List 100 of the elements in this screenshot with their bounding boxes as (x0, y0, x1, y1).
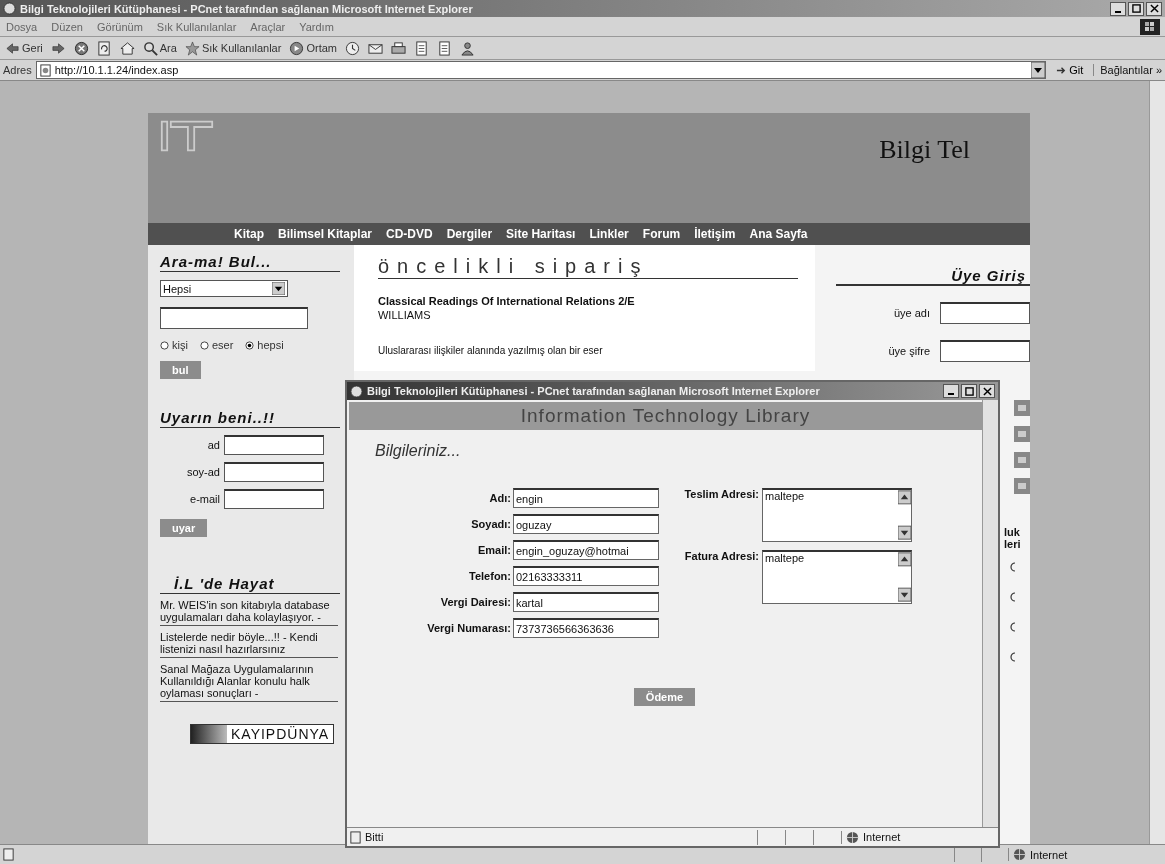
maximize-icon (964, 386, 974, 396)
stop-icon (73, 40, 89, 56)
nav-link[interactable]: Forum (642, 227, 681, 241)
news-link[interactable]: Sanal Mağaza Uygulamalarının Kullanıldığı Alanlar konulu halk oylaması sonuçları - (160, 663, 338, 702)
go-button[interactable]: Git (1050, 64, 1090, 76)
scroll-bar[interactable] (1149, 81, 1165, 844)
radio-edge-icon[interactable] (1008, 652, 1016, 662)
minimize-button[interactable] (1110, 1, 1126, 16)
globe-icon (846, 830, 859, 844)
nav-link[interactable]: Dergiler (446, 227, 493, 241)
address-url: http://10.1.1.24/index.asp (54, 64, 179, 76)
toolbar-button[interactable]: Ortam (287, 40, 339, 56)
input-field[interactable]: kartal (513, 592, 659, 612)
back-arrow-icon (5, 40, 20, 56)
status-text: Bitti (365, 831, 385, 843)
nav-link[interactable]: Kitap (234, 227, 264, 241)
book-description: Uluslararası ilişkiler alanında yazılmış olan bir eser (377, 345, 604, 356)
maximize-button[interactable] (1128, 1, 1144, 16)
section-heading: Uyarın beni..!! (160, 409, 340, 428)
person-icon (459, 40, 475, 56)
input-field[interactable] (940, 340, 1030, 362)
page-icon (2, 848, 15, 861)
radio-edge-icon[interactable] (1008, 562, 1016, 572)
nav-link[interactable]: Site Haritası (506, 227, 576, 241)
menu-item[interactable]: Sık Kullanılanlar (156, 20, 237, 33)
scroll-bar[interactable] (898, 552, 911, 602)
zone-label: Internet (863, 831, 901, 843)
dropdown-arrow-icon (272, 282, 285, 295)
close-icon (1149, 4, 1159, 13)
field-label: ad (206, 439, 220, 451)
book-author: WILLIAMS (377, 309, 432, 321)
field-label: Teslim Adresi: (683, 488, 759, 502)
scroll-bar[interactable] (982, 400, 998, 827)
nav-link[interactable]: Linkler (589, 227, 629, 241)
address-field[interactable]: http://10.1.1.24/index.asp (35, 61, 1047, 79)
text-area[interactable]: maltepe (762, 488, 912, 542)
nav-link[interactable]: İletişim (694, 227, 736, 241)
dropdown-arrow-icon[interactable] (1031, 62, 1046, 78)
close-button[interactable] (1146, 1, 1162, 16)
maximize-button[interactable] (961, 384, 977, 398)
field-label: üye adı (893, 307, 930, 319)
field-label: Telefon: (469, 570, 511, 582)
close-icon (982, 386, 992, 396)
section-heading: Ara-ma! Bul... (160, 253, 340, 272)
field-label: soy-ad (185, 466, 220, 478)
toolbar-button[interactable] (388, 40, 408, 56)
menu-item[interactable]: Araçlar (250, 20, 286, 33)
category-select[interactable]: Hepsi (160, 280, 288, 297)
document-icon (413, 40, 429, 56)
window-title: Bilgi Teknolojileri Kütüphanesi - PCnet tarafından sağlanan Microsoft Internet Explorer (20, 2, 474, 15)
maximize-icon (1131, 4, 1141, 13)
field-label: Fatura Adresi: (683, 550, 759, 564)
links-button[interactable]: Bağlantılar » (1093, 64, 1162, 76)
field-label: Soyadı: (471, 518, 511, 530)
menu-item[interactable]: Görünüm (97, 20, 143, 33)
input-field[interactable]: oguzay (513, 514, 659, 534)
banner[interactable]: KAYIPDÜNYA (190, 724, 335, 744)
menu-item[interactable]: Düzen (51, 20, 83, 33)
home-icon (119, 40, 135, 56)
news-link[interactable]: Listelerde nedir böyle...!! - Kendi listenizi nasıl hazırlarsınız (160, 631, 338, 658)
input-field[interactable]: 02163333311 (513, 566, 659, 586)
input-field[interactable]: engin (513, 488, 659, 508)
page-banner: Information Technology Library (349, 402, 982, 430)
field-label: e-mail (189, 493, 220, 505)
menu-item[interactable]: Yardım (299, 20, 334, 33)
radio-option[interactable]: kişi (160, 339, 188, 351)
minimize-icon (1115, 10, 1121, 13)
input-field[interactable] (224, 489, 324, 509)
menu-item[interactable]: Dosya (6, 20, 38, 33)
book-title[interactable]: Classical Readings Of International Relations 2/E (377, 295, 815, 307)
nav-link[interactable]: CD-DVD (386, 227, 433, 241)
close-button[interactable] (979, 384, 995, 398)
scroll-bar[interactable] (898, 490, 911, 540)
printer-icon (390, 40, 406, 56)
toolbar-button[interactable]: Geri (3, 40, 45, 56)
nav-link[interactable]: Bilimsel Kitaplar (278, 227, 373, 241)
form-heading: Bilgileriniz... (375, 442, 462, 460)
radio-option[interactable]: eser (199, 339, 234, 351)
input-field[interactable]: engin_oguzay@hotmai (513, 540, 659, 560)
minimize-button[interactable] (943, 384, 959, 398)
page-icon (349, 830, 362, 844)
text-fragment: luk (1004, 526, 1021, 538)
browser-icon (3, 2, 16, 15)
input-field[interactable] (224, 462, 324, 482)
news-link[interactable]: Mr. WEIS'in son kitabıyla database uygulamaları daha kolaylaşıyor. - (160, 599, 338, 626)
input-field[interactable] (224, 435, 324, 455)
radio-option[interactable]: hepsi (245, 339, 284, 351)
toolbar-button[interactable]: Ara (140, 40, 179, 56)
radio-edge-icon[interactable] (1008, 622, 1016, 632)
radio-edge-icon[interactable] (1008, 592, 1016, 602)
text-area[interactable]: maltepe (762, 550, 912, 604)
clock-icon (344, 40, 360, 56)
search-field[interactable] (160, 307, 308, 329)
field-label: Email: (478, 544, 511, 556)
field-label: Adı: (489, 492, 511, 504)
input-field[interactable]: 7373736566363636 (513, 618, 659, 638)
input-field[interactable] (940, 302, 1030, 324)
toolbar-button[interactable] (117, 40, 137, 56)
nav-link[interactable]: Ana Sayfa (749, 227, 808, 241)
toolbar-button[interactable]: Sık Kullanılanlar (182, 40, 284, 56)
